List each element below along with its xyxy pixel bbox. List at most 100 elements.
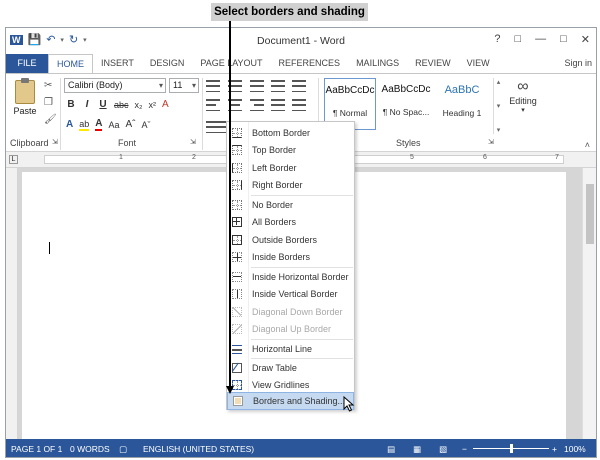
menu-item-top-border[interactable]: Top Border xyxy=(227,142,354,160)
menu-item-label: No Border xyxy=(252,199,294,210)
zoom-level[interactable]: 100% xyxy=(564,444,586,454)
text-effects-icon[interactable]: A xyxy=(66,119,73,130)
tab-insert[interactable]: INSERT xyxy=(93,54,142,73)
more-styles-icon[interactable]: ▾ xyxy=(497,126,501,134)
view-gridlines-icon xyxy=(232,380,242,391)
format-painter-icon[interactable]: 🖌 xyxy=(44,114,57,125)
menu-item-all-borders[interactable]: All Borders xyxy=(227,214,354,232)
ribbon-display-icon[interactable]: □ xyxy=(514,33,521,46)
menu-item-diagonal-down-border: Diagonal Down Border xyxy=(227,303,354,321)
diagonal-down-border-icon xyxy=(232,306,242,317)
highlight-color-icon[interactable]: ab xyxy=(79,119,90,131)
font-size-up-icon[interactable]: Aˆ xyxy=(126,119,136,130)
read-mode-icon[interactable]: ▤ xyxy=(387,444,395,455)
maximize-icon[interactable]: □ xyxy=(560,33,567,46)
menu-item-outside-borders[interactable]: Outside Borders xyxy=(227,231,354,249)
strikethrough-icon[interactable]: abc xyxy=(114,100,129,110)
paste-button[interactable]: Paste xyxy=(10,78,40,134)
subscript-icon[interactable]: x₂ xyxy=(135,100,143,110)
menu-item-inside-borders[interactable]: Inside Borders xyxy=(227,249,354,267)
print-layout-icon[interactable]: ▦ xyxy=(413,444,421,455)
font-name-combobox[interactable]: Calibri (Body) ▾ xyxy=(64,78,166,93)
bold-icon[interactable]: B xyxy=(66,99,76,110)
group-separator xyxy=(202,78,203,150)
menu-item-inside-horizontal-border[interactable]: Inside Horizontal Border xyxy=(227,268,354,286)
cut-icon[interactable]: ✂ xyxy=(44,80,57,91)
scrollbar-thumb[interactable] xyxy=(586,184,594,244)
superscript-icon[interactable]: x² xyxy=(149,100,157,110)
tab-page-layout[interactable]: PAGE LAYOUT xyxy=(192,54,270,73)
tab-selector-icon[interactable]: L xyxy=(9,155,18,164)
no-border-icon xyxy=(232,199,242,210)
style-no-spacing[interactable]: AaBbCcDc ¶ No Spac... xyxy=(380,78,432,130)
show-formatting-marks-icon[interactable] xyxy=(292,99,306,111)
chevron-down-icon: ▾ xyxy=(521,107,525,114)
font-size-down-icon[interactable]: Aˇ xyxy=(142,120,151,130)
copy-icon[interactable]: ❐ xyxy=(44,97,57,108)
paste-label: Paste xyxy=(13,106,37,116)
menu-item-inside-vertical-border[interactable]: Inside Vertical Border xyxy=(227,286,354,304)
inside-borders-icon xyxy=(232,252,242,263)
menu-item-label: Borders and Shading... xyxy=(253,395,346,406)
style-heading-1[interactable]: AaBbC Heading 1 xyxy=(436,78,488,130)
minimize-icon[interactable]: — xyxy=(535,33,546,46)
tab-design[interactable]: DESIGN xyxy=(142,54,193,73)
tab-mailings[interactable]: MAILINGS xyxy=(348,54,407,73)
align-left-icon[interactable] xyxy=(206,99,220,111)
zoom-slider-thumb[interactable] xyxy=(510,444,513,453)
underline-icon[interactable]: U xyxy=(98,99,108,110)
chevron-down-icon[interactable]: ▾ xyxy=(159,79,163,92)
sort-icon[interactable] xyxy=(271,99,285,111)
diagonal-up-border-icon xyxy=(232,324,242,335)
italic-icon[interactable]: I xyxy=(82,99,92,110)
chevron-down-icon[interactable]: ▾ xyxy=(192,79,196,92)
font-launcher-icon[interactable]: ⇲ xyxy=(190,138,196,146)
bullets-icon[interactable] xyxy=(206,80,220,92)
decrease-indent-icon[interactable] xyxy=(271,80,285,92)
style-preview: AaBbC xyxy=(444,84,480,96)
page-count[interactable]: PAGE 1 OF 1 xyxy=(11,444,62,454)
editing-button[interactable]: ∞ Editing ▾ xyxy=(500,78,546,114)
menu-item-borders-and-shading[interactable]: Borders and Shading... xyxy=(227,392,354,410)
menu-item-label: View Gridlines xyxy=(252,380,310,391)
ruler-number: 5 xyxy=(410,154,414,161)
zoom-in-icon[interactable]: + xyxy=(552,444,557,454)
draw-table-icon xyxy=(232,362,242,373)
sign-in-link[interactable]: Sign in xyxy=(564,54,592,73)
font-format-row-2: A ab A Aa Aˆ Aˇ xyxy=(66,118,151,131)
menu-item-horizontal-line[interactable]: Horizontal Line xyxy=(227,340,354,358)
increase-indent-icon[interactable] xyxy=(292,80,306,92)
menu-item-label: Horizontal Line xyxy=(252,343,313,354)
word-count[interactable]: 0 WORDS xyxy=(70,444,110,454)
zoom-out-icon[interactable]: − xyxy=(462,444,467,454)
web-layout-icon[interactable]: ▧ xyxy=(439,444,447,455)
menu-item-no-border[interactable]: No Border xyxy=(227,196,354,214)
tab-review[interactable]: REVIEW xyxy=(407,54,459,73)
font-format-row-1: B I U abc x₂ x² A xyxy=(66,99,169,110)
tab-file[interactable]: FILE xyxy=(6,54,48,73)
proofing-icon[interactable]: ▢ xyxy=(119,444,127,455)
language-indicator[interactable]: ENGLISH (UNITED STATES) xyxy=(143,444,254,454)
tab-references[interactable]: REFERENCES xyxy=(271,54,349,73)
menu-item-label: Bottom Border xyxy=(252,127,311,138)
vertical-scrollbar[interactable] xyxy=(582,168,596,439)
clear-formatting-icon[interactable]: A xyxy=(162,99,169,110)
collapse-ribbon-icon[interactable]: ˄ xyxy=(585,140,590,150)
close-icon[interactable]: ✕ xyxy=(581,33,590,46)
menu-item-right-border[interactable]: Right Border xyxy=(227,177,354,195)
clipboard-launcher-icon[interactable]: ⇲ xyxy=(52,138,58,146)
menu-item-left-border[interactable]: Left Border xyxy=(227,159,354,177)
tab-home[interactable]: HOME xyxy=(48,54,93,73)
multilevel-list-icon[interactable] xyxy=(250,80,264,92)
menu-item-draw-table[interactable]: Draw Table xyxy=(227,359,354,377)
help-icon[interactable]: ? xyxy=(494,33,500,46)
font-color-icon[interactable]: A xyxy=(95,118,103,131)
align-right-icon[interactable] xyxy=(250,99,264,111)
menu-item-bottom-border[interactable]: Bottom Border xyxy=(227,124,354,142)
styles-launcher-icon[interactable]: ⇲ xyxy=(488,138,494,146)
style-name: Heading 1 xyxy=(442,108,482,118)
tab-view[interactable]: VIEW xyxy=(459,54,498,73)
ribbon-tabs: FILE HOME INSERT DESIGN PAGE LAYOUT REFE… xyxy=(6,54,596,73)
grow-font-icon[interactable]: Aa xyxy=(108,120,119,130)
font-size-combobox[interactable]: 11 ▾ xyxy=(169,78,199,93)
